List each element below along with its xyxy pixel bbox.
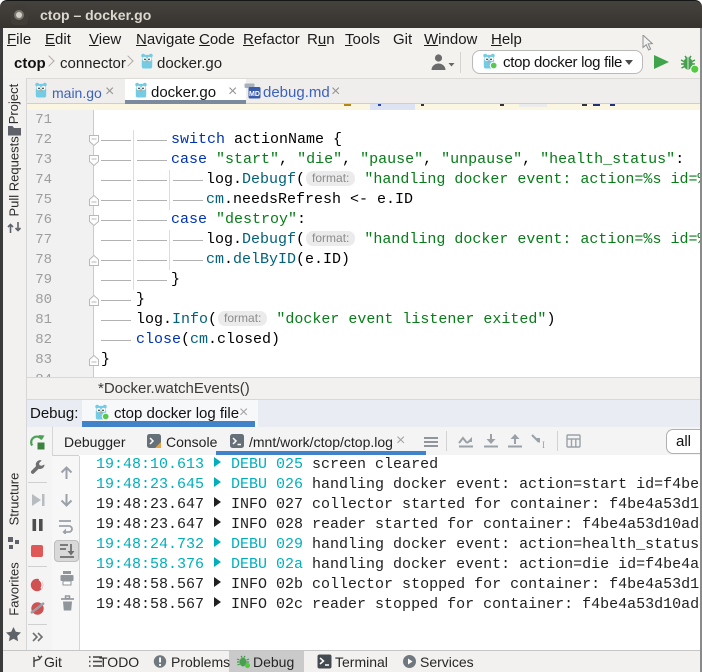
svg-text:MD: MD (249, 91, 260, 98)
svg-text:I: I (542, 440, 545, 449)
